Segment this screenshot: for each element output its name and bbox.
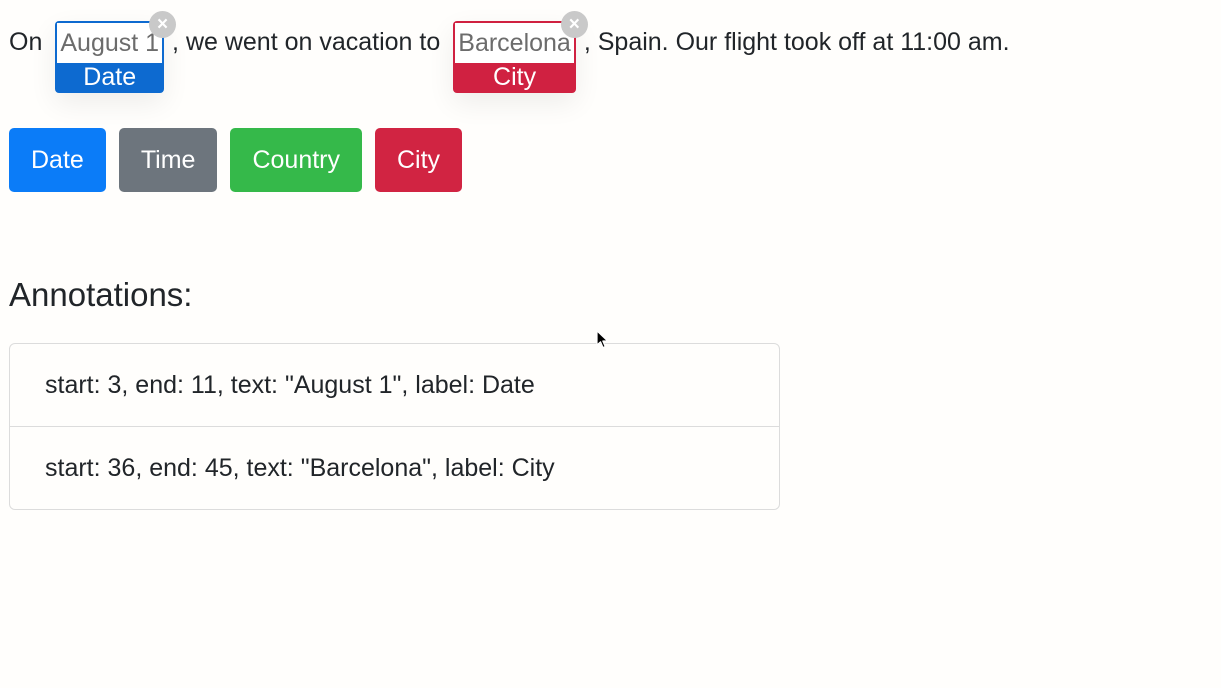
annotations-list: start: 3, end: 11, text: "August 1", lab… [9, 343, 780, 510]
chip-text: Barcelona [455, 23, 574, 63]
label-button-date[interactable]: Date [9, 128, 106, 192]
close-icon[interactable]: × [560, 11, 588, 38]
chip-text: August 1 [57, 23, 163, 63]
close-icon[interactable]: × [149, 11, 177, 38]
chip-label: City [493, 63, 537, 91]
label-button-bar: Date Time Country City [9, 128, 475, 192]
sentence-text-middle: , we went on vacation to [172, 28, 441, 56]
sentence-text-suffix: , Spain. Our flight took off at 11:00 am… [583, 28, 1010, 56]
chip-label: Date [83, 63, 137, 91]
annotation-chip-city[interactable]: Barcelona City × [453, 11, 588, 93]
annotated-sentence: On August 1 Date × , we went on vacation… [9, 11, 1010, 96]
label-button-city[interactable]: City [375, 128, 463, 192]
mouse-cursor-icon [596, 330, 609, 349]
sentence-text-prefix: On [9, 28, 43, 56]
label-button-country[interactable]: Country [230, 128, 362, 192]
list-item: start: 3, end: 11, text: "August 1", lab… [45, 371, 535, 399]
label-button-time[interactable]: Time [118, 128, 218, 192]
list-item: start: 36, end: 45, text: "Barcelona", l… [10, 426, 779, 509]
annotations-heading: Annotations: [9, 276, 193, 313]
annotation-chip-date[interactable]: August 1 Date × [55, 11, 177, 93]
